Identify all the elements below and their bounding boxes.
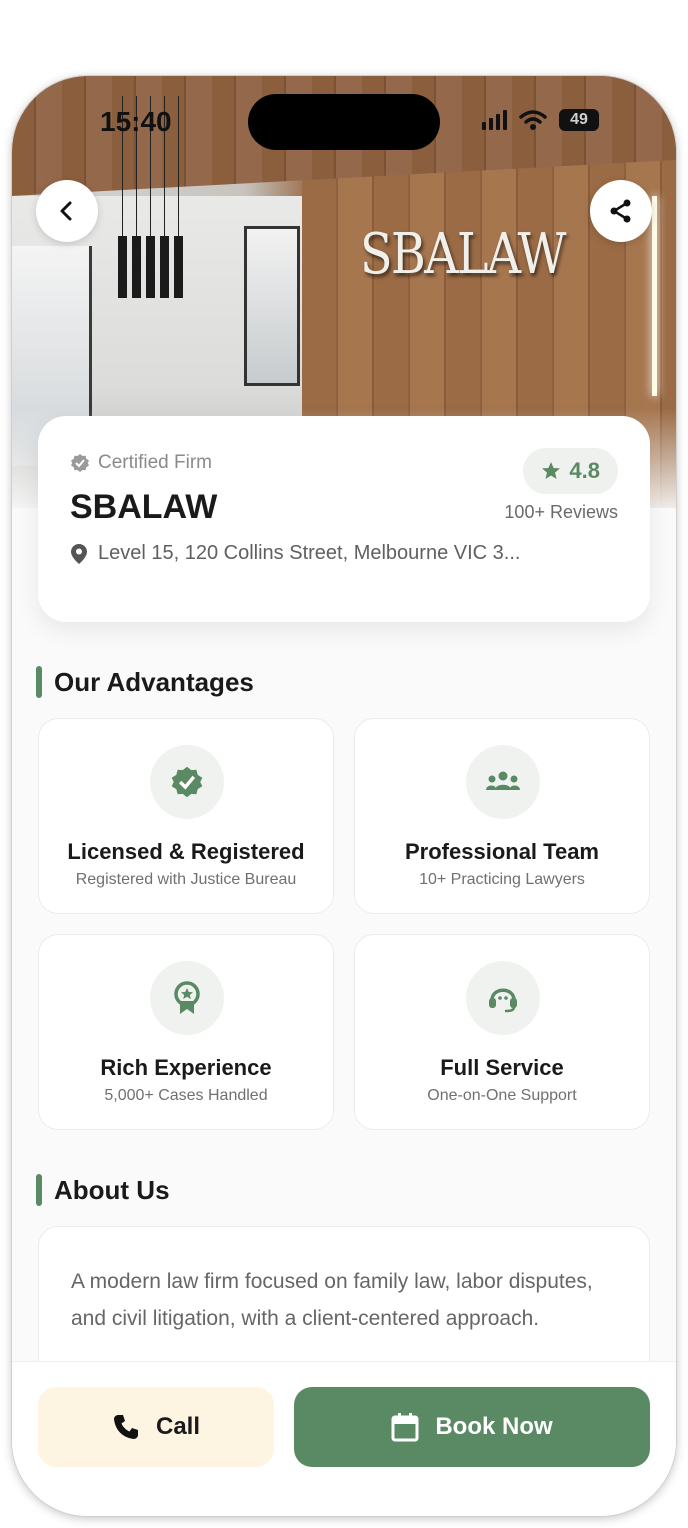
back-button[interactable] bbox=[36, 180, 98, 242]
address-text: Level 15, 120 Collins Street, Melbourne … bbox=[98, 542, 521, 564]
share-button[interactable] bbox=[590, 180, 652, 242]
hero-logo-sign: SBALAW bbox=[360, 222, 566, 287]
certified-badge: Certified Firm bbox=[70, 452, 212, 474]
rating-badge: 4.8 bbox=[523, 448, 618, 494]
advantage-subtitle: 5,000+ Cases Handled bbox=[104, 1087, 268, 1104]
advantages-title: Our Advantages bbox=[54, 666, 254, 697]
verified-badge-icon bbox=[171, 766, 203, 798]
advantage-card-licensed: Licensed & Registered Registered with Ju… bbox=[38, 718, 334, 914]
advantage-title: Rich Experience bbox=[100, 1055, 272, 1080]
calendar-icon bbox=[391, 1413, 419, 1442]
firm-address[interactable]: Level 15, 120 Collins Street, Melbourne … bbox=[70, 542, 520, 565]
hero-light-strip bbox=[652, 196, 657, 396]
about-text: A modern law firm focused on family law,… bbox=[71, 1270, 593, 1330]
book-now-button[interactable]: Book Now bbox=[294, 1387, 650, 1467]
phone-icon bbox=[113, 1415, 138, 1439]
location-pin-icon bbox=[71, 543, 87, 564]
advantage-icon-wrap bbox=[150, 745, 224, 819]
book-now-label: Book Now bbox=[435, 1413, 553, 1440]
advantage-icon-wrap bbox=[466, 745, 540, 819]
firm-info-card: Certified Firm SBALAW 4.8 100+ Reviews L… bbox=[38, 416, 650, 622]
battery-icon: 49 bbox=[559, 109, 599, 131]
advantage-icon-wrap bbox=[150, 961, 224, 1035]
call-button[interactable]: Call bbox=[38, 1387, 274, 1467]
advantage-subtitle: 10+ Practicing Lawyers bbox=[419, 871, 585, 888]
advantage-title: Licensed & Registered bbox=[67, 839, 305, 864]
call-label: Call bbox=[155, 1413, 200, 1440]
star-icon bbox=[542, 462, 561, 479]
advantage-card-service: Full Service One-on-One Support bbox=[354, 934, 650, 1130]
team-icon bbox=[486, 771, 520, 790]
advantage-icon-wrap bbox=[466, 961, 540, 1035]
headset-icon bbox=[489, 988, 517, 1013]
reviews-count[interactable]: 100+ Reviews bbox=[504, 502, 618, 523]
status-time: 15:40 bbox=[100, 106, 172, 137]
advantage-title: Professional Team bbox=[405, 839, 599, 864]
award-ribbon-icon bbox=[174, 981, 200, 1014]
screen: SBALAW 15:40 49 Certified Firm SBALAW 4.… bbox=[12, 76, 676, 1516]
pendant-cord bbox=[178, 96, 179, 236]
status-icons: 49 bbox=[482, 106, 599, 134]
dynamic-island bbox=[248, 94, 440, 150]
pendant-light bbox=[118, 236, 127, 298]
advantages-section-title: Our Advantages bbox=[36, 666, 254, 698]
advantage-card-team: Professional Team 10+ Practicing Lawyers bbox=[354, 718, 650, 914]
certified-label: Certified Firm bbox=[98, 452, 213, 473]
phone-frame: SBALAW 15:40 49 Certified Firm SBALAW 4.… bbox=[12, 76, 676, 1516]
verified-badge-icon bbox=[71, 454, 89, 472]
share-icon bbox=[610, 199, 631, 223]
advantage-card-experience: Rich Experience 5,000+ Cases Handled bbox=[38, 934, 334, 1130]
about-section-title: About Us bbox=[36, 1174, 170, 1206]
pendant-light bbox=[160, 236, 169, 298]
firm-name: SBALAW bbox=[70, 488, 218, 526]
section-accent-bar bbox=[36, 666, 42, 698]
wifi-icon bbox=[519, 110, 547, 130]
rating-value: 4.8 bbox=[569, 458, 600, 483]
chevron-left-icon bbox=[60, 201, 72, 221]
advantage-subtitle: One-on-One Support bbox=[427, 1087, 577, 1104]
advantage-title: Full Service bbox=[440, 1055, 564, 1080]
about-title: About Us bbox=[54, 1174, 170, 1205]
section-accent-bar bbox=[36, 1174, 42, 1206]
pendant-light bbox=[174, 236, 183, 298]
cellular-signal-icon bbox=[482, 110, 507, 130]
advantage-subtitle: Registered with Justice Bureau bbox=[75, 871, 297, 888]
hero-window-2 bbox=[244, 226, 300, 386]
pendant-light bbox=[146, 236, 155, 298]
pendant-light bbox=[132, 236, 141, 298]
bottom-action-bar: Call Book Now bbox=[12, 1361, 676, 1516]
